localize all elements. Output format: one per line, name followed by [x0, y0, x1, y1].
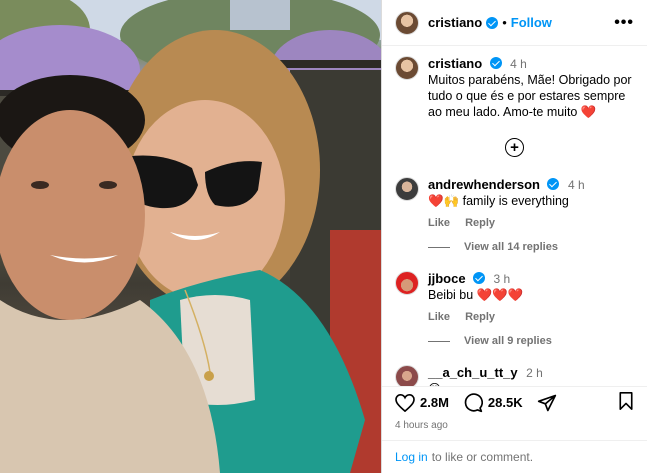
verified-badge-icon	[486, 16, 499, 29]
post-timestamp: 4 hours ago	[395, 420, 448, 431]
bookmark-icon	[619, 392, 633, 410]
view-replies-label: View all 9 replies	[464, 335, 552, 347]
comment-time: 3 h	[493, 272, 511, 286]
share-icon	[537, 394, 556, 411]
comment-button[interactable]: 28.5K	[463, 392, 523, 413]
comment-icon	[464, 392, 483, 412]
post-header: cristiano • Follow •••	[382, 0, 647, 46]
avatar[interactable]	[395, 56, 419, 80]
header-username[interactable]: cristiano	[428, 15, 482, 30]
avatar[interactable]	[395, 10, 419, 35]
comments-count: 28.5K	[487, 395, 523, 410]
login-link[interactable]: Log in	[395, 450, 428, 464]
verified-badge-icon	[547, 178, 560, 190]
comment: __a_ch_u_tt_y 2 h 😍	[395, 365, 634, 386]
comment: jjboce 3 h Beibi bu ❤️❤️❤️ Like Reply	[395, 271, 634, 325]
divider	[428, 246, 450, 248]
plus-circle-icon[interactable]: +	[505, 138, 524, 157]
caption-time: 4 h	[510, 57, 527, 71]
separator-dot: •	[502, 15, 507, 30]
divider	[428, 340, 450, 342]
verified-badge-icon	[473, 272, 486, 284]
heart-icon	[395, 393, 415, 412]
heart-emoji: ❤️	[580, 105, 597, 119]
caption: cristiano 4 h Muitos parabéns, Mãe! Obri…	[395, 56, 634, 120]
comment-username[interactable]: andrewhenderson	[428, 177, 540, 192]
view-replies-label: View all 14 replies	[464, 241, 558, 253]
likes-count: 2.8M	[420, 395, 449, 410]
comment-text: ❤️🙌 family is everything	[428, 194, 569, 208]
comment-time: 4 h	[567, 178, 585, 192]
more-options-icon[interactable]: •••	[614, 14, 634, 32]
comment-username[interactable]: __a_ch_u_tt_y	[428, 365, 518, 380]
verified-badge-icon	[489, 57, 502, 69]
comment-time: 2 h	[526, 366, 543, 380]
login-prompt: Log in to like or comment.	[382, 440, 647, 473]
post-photo	[0, 0, 381, 473]
action-bar: 2.8M 28.5K	[382, 386, 647, 418]
save-button[interactable]	[618, 392, 634, 413]
share-button[interactable]	[537, 393, 562, 413]
post-panel: cristiano • Follow ••• cristiano 4 h Mui…	[381, 0, 647, 473]
comments-list[interactable]: cristiano 4 h Muitos parabéns, Mãe! Obri…	[382, 46, 647, 386]
follow-button[interactable]: Follow	[511, 15, 552, 30]
comment-text: Beibi bu ❤️❤️❤️	[428, 288, 524, 302]
like-button[interactable]: 2.8M	[395, 393, 449, 412]
like-comment-button[interactable]: Like	[428, 217, 450, 229]
reply-button[interactable]: Reply	[465, 217, 495, 229]
caption-username[interactable]: cristiano	[428, 56, 482, 71]
view-replies-button[interactable]: View all 14 replies	[428, 241, 634, 253]
like-comment-button[interactable]: Like	[428, 311, 450, 323]
caption-text: Muitos parabéns, Mãe! Obrigado por tudo …	[428, 73, 632, 119]
comment: andrewhenderson 4 h ❤️🙌 family is everyt…	[395, 177, 634, 231]
avatar[interactable]	[395, 177, 419, 201]
reply-button[interactable]: Reply	[465, 311, 495, 323]
avatar[interactable]	[395, 271, 419, 295]
comment-username[interactable]: jjboce	[428, 271, 466, 286]
load-more: +	[395, 138, 634, 157]
view-replies-button[interactable]: View all 9 replies	[428, 335, 634, 347]
avatar[interactable]	[395, 365, 419, 386]
login-text: to like or comment.	[431, 450, 534, 464]
